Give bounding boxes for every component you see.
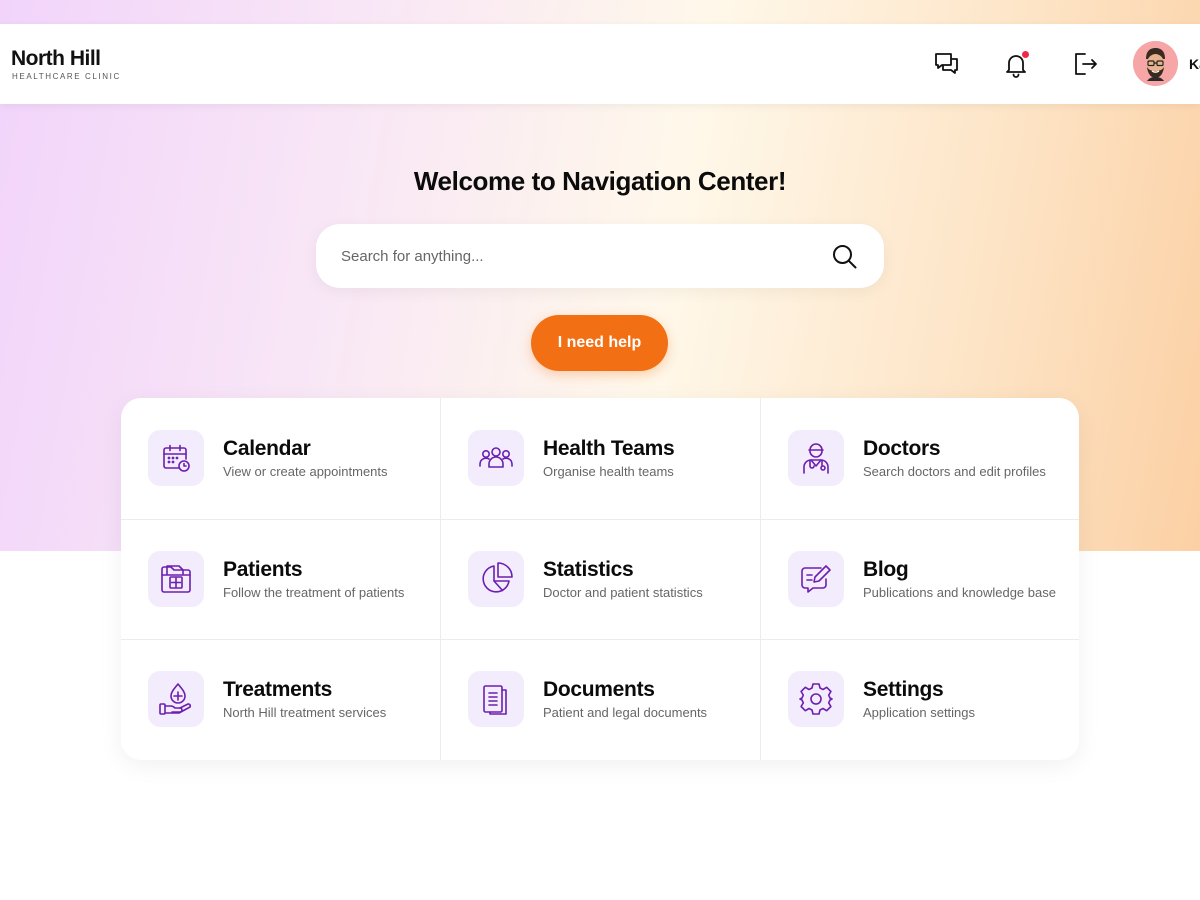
tile-description: Search doctors and edit profiles <box>863 464 1046 479</box>
nav-tile-patients[interactable]: Patients Follow the treatment of patient… <box>121 519 440 639</box>
logout-icon[interactable] <box>1071 50 1099 78</box>
nav-tile-blog[interactable]: Blog Publications and knowledge base <box>761 519 1080 639</box>
tile-description: Follow the treatment of patients <box>223 585 405 600</box>
documents-icon <box>468 671 524 727</box>
tile-title: Settings <box>863 678 944 701</box>
bell-icon[interactable] <box>1002 50 1030 78</box>
calendar-icon <box>148 430 204 486</box>
tile-title: Patients <box>223 558 303 581</box>
nav-tile-health-teams[interactable]: Health Teams Organise health teams <box>441 398 760 518</box>
tile-title: Blog <box>863 558 909 581</box>
user-name[interactable]: Ka <box>1189 56 1200 72</box>
hand-drop-icon <box>148 671 204 727</box>
chat-icon[interactable] <box>933 50 961 78</box>
search-input[interactable] <box>341 224 821 288</box>
help-button[interactable]: I need help <box>531 315 668 371</box>
avatar[interactable] <box>1133 41 1178 86</box>
tile-description: Application settings <box>863 705 976 720</box>
gear-icon <box>788 671 844 727</box>
notification-dot <box>1022 51 1029 58</box>
brand-title[interactable]: North Hill <box>11 47 101 71</box>
nav-tile-treatments[interactable]: Treatments North Hill treatment services <box>121 639 440 759</box>
tile-title: Statistics <box>543 558 634 581</box>
tile-description: Patient and legal documents <box>543 705 708 720</box>
nav-tile-doctors[interactable]: Doctors Search doctors and edit profiles <box>761 398 1080 518</box>
brand-subtitle: HEALTHCARE CLINIC <box>12 72 121 81</box>
tile-title: Doctors <box>863 437 941 460</box>
pie-chart-icon <box>468 551 524 607</box>
nav-tile-calendar[interactable]: Calendar View or create appointments <box>121 398 440 518</box>
top-navigation-bar: North Hill HEALTHCARE CLINIC K <box>0 24 1200 104</box>
nav-tile-settings[interactable]: Settings Application settings <box>761 639 1080 759</box>
tile-title: Health Teams <box>543 437 675 460</box>
doctor-icon <box>788 430 844 486</box>
search-bar <box>316 224 884 288</box>
page-title: Welcome to Navigation Center! <box>413 166 787 196</box>
tile-title: Calendar <box>223 437 311 460</box>
nav-tile-statistics[interactable]: Statistics Doctor and patient statistics <box>441 519 760 639</box>
people-group-icon <box>468 430 524 486</box>
nav-tile-documents[interactable]: Documents Patient and legal documents <box>441 639 760 759</box>
navigation-grid: Calendar View or create appointments Hea… <box>121 398 1079 760</box>
tile-description: Publications and knowledge base <box>863 585 1056 600</box>
edit-note-icon <box>788 551 844 607</box>
tile-description: View or create appointments <box>223 464 388 479</box>
patient-folder-icon <box>148 551 204 607</box>
tile-title: Treatments <box>223 678 333 701</box>
tile-description: Organise health teams <box>543 464 674 479</box>
tile-description: Doctor and patient statistics <box>543 585 703 600</box>
tile-description: North Hill treatment services <box>223 705 387 720</box>
search-icon[interactable] <box>831 243 858 270</box>
tile-title: Documents <box>543 678 655 701</box>
